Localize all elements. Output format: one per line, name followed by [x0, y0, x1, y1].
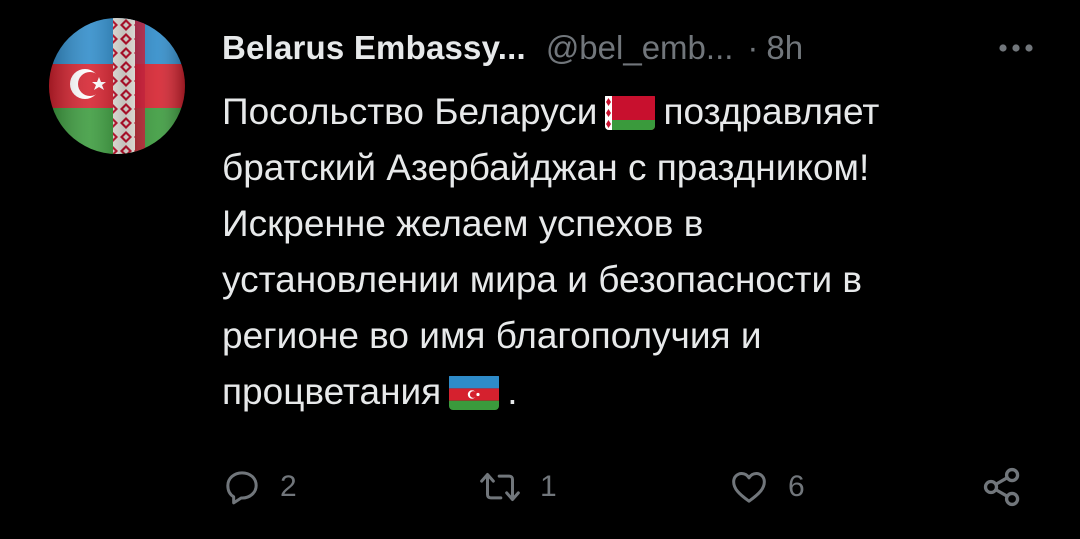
tweet-text: Посольство Беларуси поздравляет братский… [222, 84, 1022, 420]
tweet-text-line: братский Азербайджан с праздником! [222, 147, 870, 188]
share-button[interactable] [980, 462, 1024, 512]
azerbaijan-belarus-flag-avatar-icon [49, 18, 185, 154]
tweet-text-line: Искренне желаем успехов в [222, 203, 704, 244]
author-display-name[interactable]: Belarus Embassy... [222, 29, 526, 67]
reply-count: 2 [280, 470, 297, 503]
more-dots-icon [999, 44, 1033, 52]
text-segment: . [507, 371, 518, 412]
tweet-text-line: установлении мира и безопасности в [222, 259, 863, 300]
like-button[interactable]: 6 [728, 462, 805, 512]
reply-icon [226, 471, 258, 505]
tweet-timestamp[interactable]: 8h [766, 29, 803, 67]
azerbaijan-flag-icon [449, 373, 500, 410]
text-segment: поздравляет [663, 91, 880, 132]
retweet-icon [480, 473, 520, 501]
tweet-text-line: Посольство Беларуси поздравляет [222, 84, 1022, 140]
more-options-button[interactable] [992, 30, 1040, 66]
author-handle[interactable]: @bel_emb... [546, 29, 734, 67]
header-separator: · [747, 29, 759, 66]
heart-icon [732, 472, 766, 503]
retweet-button[interactable]: 1 [478, 462, 557, 512]
belarus-flag-icon [605, 93, 656, 130]
reply-button[interactable]: 2 [222, 462, 297, 512]
retweet-count: 1 [540, 470, 557, 503]
like-count: 6 [788, 470, 805, 503]
tweet-actions: 2 1 6 [222, 462, 1032, 512]
tweet[interactable]: Belarus Embassy... @bel_emb... · 8h Посо… [0, 0, 1080, 539]
text-segment: процветания [222, 371, 442, 412]
share-icon [983, 467, 1020, 507]
text-segment: Посольство Беларуси [222, 91, 598, 132]
author-avatar[interactable] [49, 18, 185, 154]
tweet-header: Belarus Embassy... @bel_emb... · 8h [222, 26, 1040, 70]
tweet-text-line: регионе во имя благополучия и [222, 315, 762, 356]
tweet-text-line: процветания . [222, 364, 1022, 420]
